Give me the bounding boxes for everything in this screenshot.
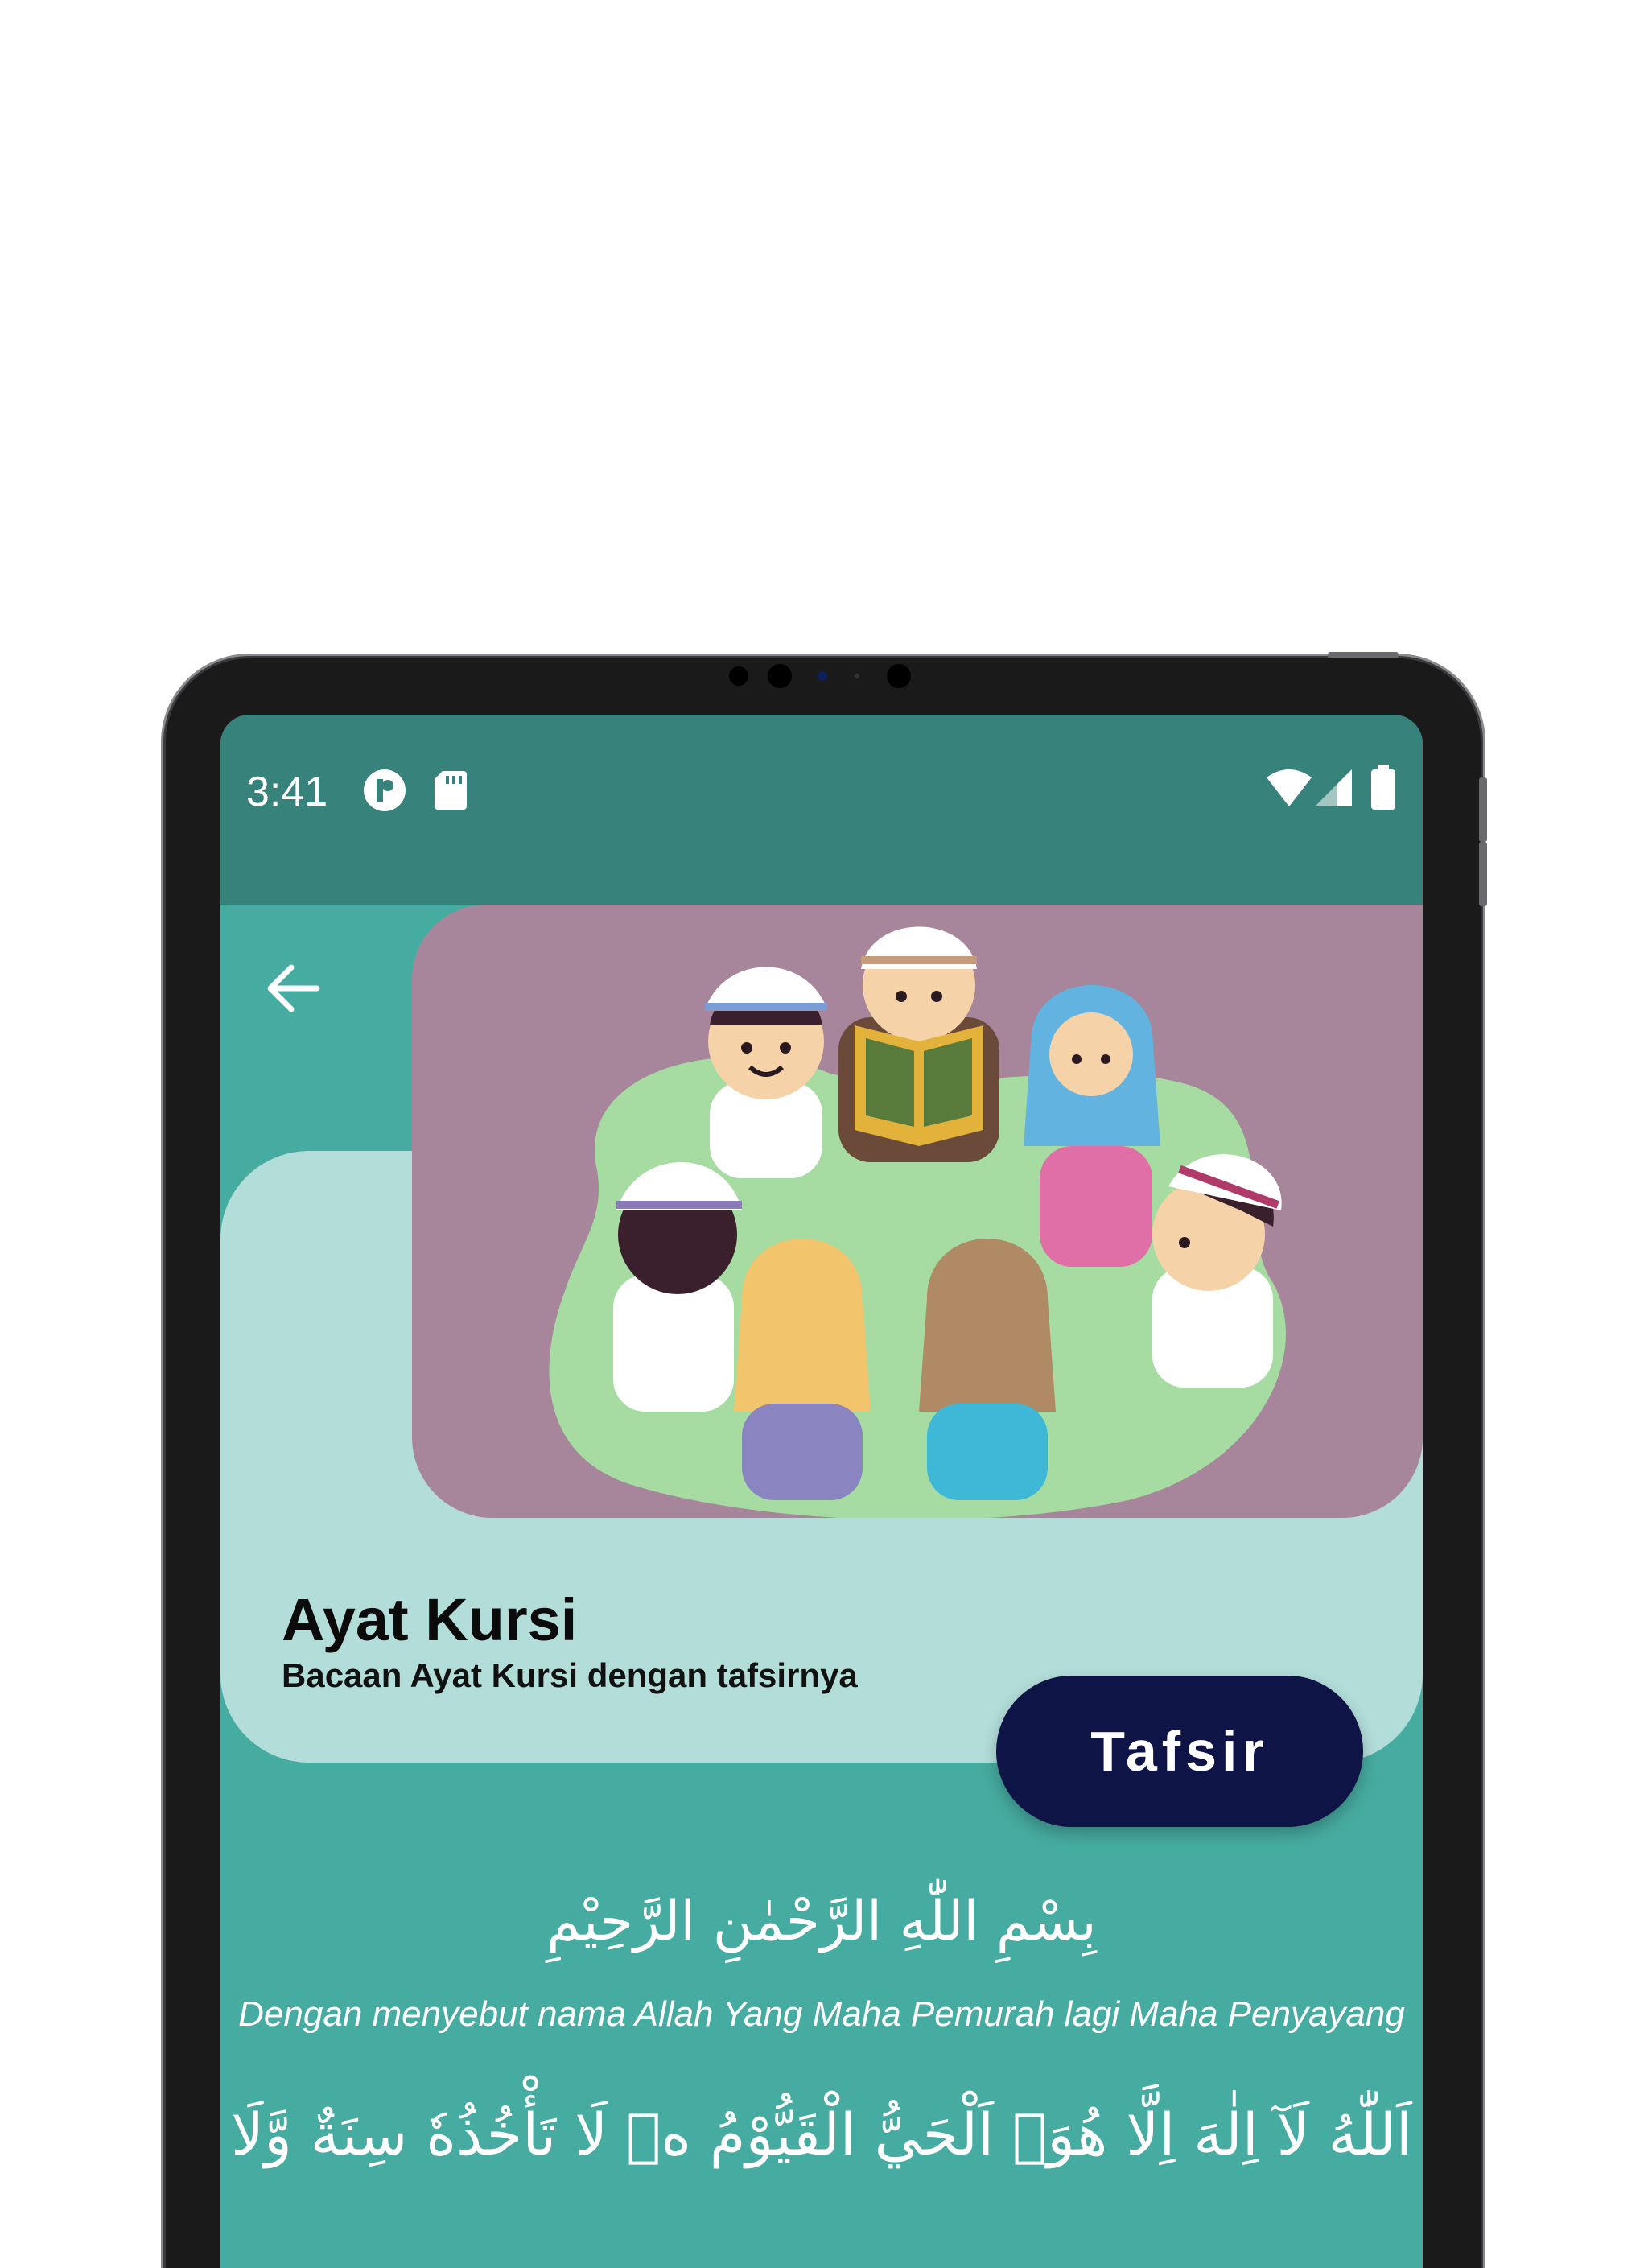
child-bottom-left — [734, 1239, 871, 1500]
back-button[interactable] — [258, 953, 328, 1024]
child-top-right — [1024, 985, 1160, 1267]
arrow-left-icon — [267, 964, 320, 1012]
page-subtitle: Bacaan Ayat Kursi dengan tafsirnya — [282, 1656, 858, 1694]
child-top-center — [838, 926, 999, 1162]
verse-arabic-text: اَللّٰهُ لَآ اِلٰهَ اِلَّا هُوَۚ اَلْحَي… — [231, 2101, 1412, 2168]
notification-circle-icon — [362, 768, 407, 817]
child-bottom-right — [919, 1239, 1056, 1500]
basmala-arabic-text: بِسْمِ اللّٰهِ الرَّحْمٰنِ الرَّحِيْمِ — [546, 1890, 1097, 1953]
volume-up-button — [1479, 842, 1487, 906]
status-time: 3:41 — [246, 769, 328, 815]
cellular-signal-icon — [1315, 769, 1353, 812]
child-top-left — [705, 967, 827, 1178]
tablet-frame: 3:41 Ayat Kursi Bacaan Ayat Kursi dengan… — [166, 652, 1487, 2268]
child-left — [613, 1162, 742, 1412]
kids-reading-illustration — [412, 905, 1423, 1518]
battery-icon — [1370, 765, 1397, 814]
power-button — [1479, 777, 1487, 842]
top-button — [1328, 652, 1399, 658]
tafsir-button[interactable]: Tafsir — [996, 1676, 1363, 1827]
wifi-icon — [1267, 769, 1312, 812]
page-title: Ayat Kursi — [282, 1586, 578, 1653]
camera-bar — [729, 664, 922, 688]
status-bar: 3:41 — [220, 715, 1423, 905]
basmala-translation: Dengan menyebut nama Allah Yang Maha Pem… — [238, 1994, 1405, 2034]
app-screen: 3:41 Ayat Kursi Bacaan Ayat Kursi dengan… — [220, 715, 1423, 2268]
sd-card-icon — [435, 771, 467, 814]
